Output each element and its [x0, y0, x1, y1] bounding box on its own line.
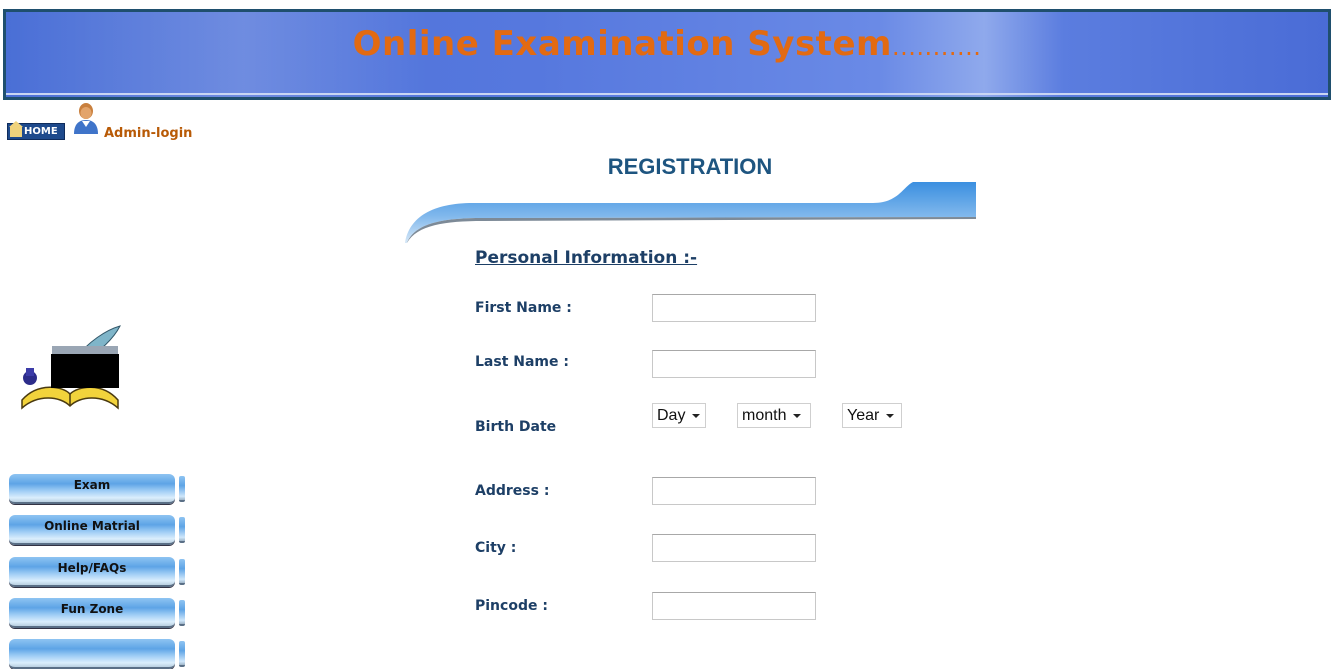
admin-login-link[interactable]: Admin-login — [104, 126, 192, 141]
first-name-input[interactable] — [652, 294, 816, 322]
site-title-text: Online Examination System — [352, 24, 892, 64]
chevron-down-icon — [793, 413, 802, 418]
birth-date-label: Birth Date — [475, 419, 557, 435]
sidebar-item-fun-zone[interactable]: Fun Zone — [9, 598, 185, 628]
home-button-label: HOME — [24, 126, 58, 137]
site-title: Online Examination System........... — [6, 24, 1328, 64]
address-input[interactable] — [652, 477, 816, 505]
birth-year-select[interactable]: Year — [842, 403, 902, 428]
banner-underline — [6, 93, 1328, 95]
birth-year-value: Year — [847, 406, 880, 424]
sidebar-item-label: Exam — [73, 478, 111, 492]
chevron-down-icon — [692, 413, 701, 418]
section-title-personal-info: Personal Information :- — [475, 248, 698, 268]
site-banner: Online Examination System........... — [3, 9, 1331, 100]
book-quill-icon — [21, 325, 121, 410]
last-name-label: Last Name : — [475, 354, 569, 370]
home-button[interactable]: HOME — [7, 121, 65, 140]
chevron-down-icon — [886, 413, 895, 418]
pincode-label: Pincode : — [475, 598, 548, 614]
city-input[interactable] — [652, 534, 816, 562]
sidebar-item-label: Online Matrial — [44, 519, 140, 533]
sidebar-item-label: Fun Zone — [60, 602, 124, 616]
birth-month-value: month — [742, 406, 787, 424]
sidebar-item-more[interactable] — [9, 639, 185, 669]
sidebar-item-more-face — [9, 639, 175, 669]
admin-user-icon[interactable] — [73, 103, 99, 135]
sidebar-item-exam[interactable]: Exam — [9, 474, 185, 504]
heading-swoosh-decoration — [405, 182, 976, 243]
birth-month-select[interactable]: month — [737, 403, 811, 428]
address-label: Address : — [475, 483, 550, 499]
birth-day-value: Day — [657, 406, 686, 424]
sidebar-item-online-matrial[interactable]: Online Matrial — [9, 515, 185, 545]
page-title: REGISTRATION — [607, 154, 773, 179]
site-title-dots: ........... — [891, 33, 982, 61]
sidebar-item-help-faqs[interactable]: Help/FAQs — [9, 557, 185, 587]
city-label: City : — [475, 540, 517, 556]
last-name-input[interactable] — [652, 350, 816, 378]
birth-day-select[interactable]: Day — [652, 403, 706, 428]
first-name-label: First Name : — [475, 300, 572, 316]
pincode-input[interactable] — [652, 592, 816, 620]
home-icon — [9, 121, 23, 137]
sidebar-item-label: Help/FAQs — [57, 561, 127, 575]
